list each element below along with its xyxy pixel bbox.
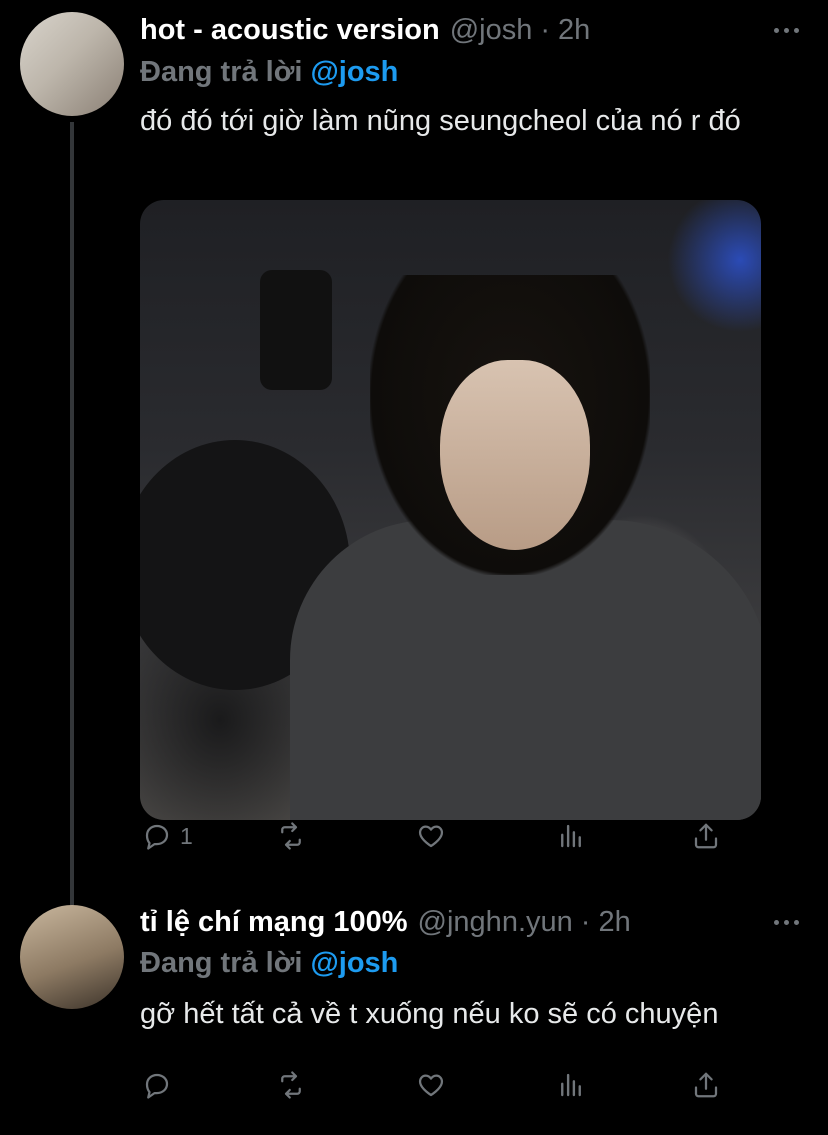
like-icon: [418, 825, 444, 848]
retweet-button[interactable]: [276, 1070, 306, 1100]
views-button[interactable]: [556, 1070, 586, 1100]
replying-to: Đang trả lời @josh: [140, 56, 398, 89]
share-icon: [694, 823, 718, 849]
more-icon[interactable]: [768, 20, 804, 40]
display-name[interactable]: hot - acoustic version: [140, 14, 440, 47]
like-button[interactable]: [416, 821, 446, 851]
tweet-media-image[interactable]: [140, 200, 761, 820]
separator-dot: ·: [540, 14, 551, 46]
replying-to: Đang trả lời @josh: [140, 947, 398, 980]
reply-button[interactable]: [142, 1070, 180, 1100]
views-icon: [561, 1073, 581, 1097]
replying-prefix: Đang trả lời: [140, 947, 303, 979]
tweet[interactable]: hot - acoustic version @josh · 2h Đang t…: [0, 0, 828, 907]
photo-phone-shape: [260, 270, 332, 390]
avatar[interactable]: [20, 905, 124, 1009]
retweet-button[interactable]: [276, 821, 306, 851]
more-icon[interactable]: [768, 912, 804, 932]
display-name[interactable]: tỉ lệ chí mạng 100%: [140, 906, 408, 939]
tweet-text: đó đó tới giờ làm nũng seungcheol của nó…: [140, 105, 741, 137]
separator-dot: ·: [580, 906, 591, 938]
photo-face-shape: [440, 360, 590, 550]
share-icon: [694, 1072, 718, 1098]
timestamp[interactable]: 2h: [558, 14, 590, 47]
reply-icon: [145, 824, 169, 850]
reply-icon: [145, 1073, 169, 1099]
mention-link[interactable]: @josh: [310, 56, 398, 88]
retweet-icon: [281, 822, 301, 850]
reply-button[interactable]: 1: [142, 821, 193, 851]
reply-count: 1: [180, 822, 193, 849]
tweet-text: gỡ hết tất cả về t xuống nếu ko sẽ có ch…: [140, 998, 719, 1030]
share-button[interactable]: [691, 821, 721, 851]
mention-link[interactable]: @josh: [310, 947, 398, 979]
like-button[interactable]: [416, 1070, 446, 1100]
views-icon: [561, 824, 581, 848]
like-icon: [418, 1074, 444, 1097]
share-button[interactable]: [691, 1070, 721, 1100]
retweet-icon: [281, 1071, 301, 1099]
views-button[interactable]: [556, 821, 586, 851]
user-handle[interactable]: @josh: [450, 14, 533, 47]
user-handle[interactable]: @jnghn.yun: [418, 906, 573, 939]
timestamp[interactable]: 2h: [598, 906, 630, 939]
tweet-header: hot - acoustic version @josh · 2h: [140, 14, 804, 50]
tweet[interactable]: tỉ lệ chí mạng 100% @jnghn.yun · 2h Đang…: [0, 895, 828, 1135]
avatar[interactable]: [20, 12, 124, 116]
tweet-header: tỉ lệ chí mạng 100% @jnghn.yun · 2h: [140, 906, 804, 942]
thread-connector-line: [70, 122, 74, 907]
replying-prefix: Đang trả lời: [140, 56, 303, 88]
